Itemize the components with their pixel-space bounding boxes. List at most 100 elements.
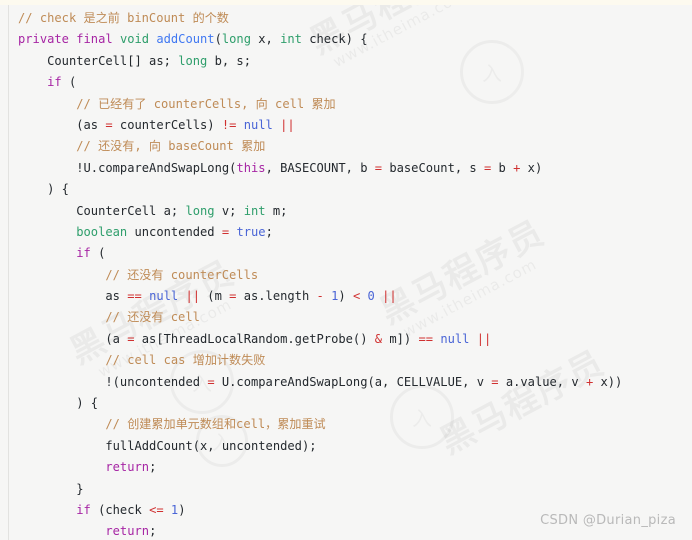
code-token-kw: return bbox=[105, 460, 150, 475]
code-token-plain: m; bbox=[265, 203, 288, 218]
code-token-plain: CounterCell[] as; bbox=[47, 53, 179, 68]
code-token-plain: counterCells) bbox=[112, 117, 222, 132]
code-token-op: || bbox=[382, 289, 397, 304]
code-token-op: & bbox=[374, 331, 383, 346]
code-token-kw: if bbox=[76, 246, 91, 261]
code-token-lit: null bbox=[149, 289, 179, 304]
code-token-plain: (m bbox=[200, 289, 230, 304]
code-line: (as = counterCells) != null || bbox=[0, 115, 692, 136]
code-line: boolean uncontended = true; bbox=[0, 222, 692, 243]
code-token-plain: CounterCell a; bbox=[76, 203, 186, 218]
code-token-kw: if bbox=[47, 75, 62, 90]
code-line: (a = as[ThreadLocalRandom.getProbe() & m… bbox=[0, 329, 692, 350]
code-line: // check 是之前 binCount 的个数 bbox=[0, 8, 692, 29]
code-token-type: long bbox=[221, 32, 251, 47]
code-line: // 已经有了 counterCells, 向 cell 累加 bbox=[0, 94, 692, 115]
code-token-kw: if bbox=[76, 502, 91, 517]
code-token-op: <= bbox=[149, 502, 164, 517]
code-line: return; bbox=[0, 457, 692, 478]
code-token-plain: } bbox=[76, 481, 84, 496]
code-token-op: = bbox=[207, 374, 215, 389]
code-token-plain: ; bbox=[149, 524, 157, 539]
code-token-op: = bbox=[491, 374, 499, 389]
code-line: !U.compareAndSwapLong(this, BASECOUNT, b… bbox=[0, 158, 692, 179]
code-token-op: != bbox=[221, 117, 237, 132]
code-token-plain: (a bbox=[105, 331, 128, 346]
code-token-com: // 还没有, 向 baseCount 累加 bbox=[76, 139, 266, 154]
code-line: CounterCell a; long v; int m; bbox=[0, 201, 692, 222]
code-token-plain: (as bbox=[76, 117, 106, 132]
code-token-type: long bbox=[178, 53, 208, 68]
code-token-plain: m]) bbox=[382, 331, 419, 346]
code-token-op: || bbox=[280, 117, 295, 132]
code-token-kw: private bbox=[18, 32, 69, 47]
code-token-op: == bbox=[127, 289, 142, 304]
code-token-op: || bbox=[476, 331, 492, 346]
code-line: CounterCell[] as; long b, s; bbox=[0, 51, 692, 72]
code-line: ) { bbox=[0, 179, 692, 200]
code-token-plain: !U.compareAndSwapLong( bbox=[76, 160, 237, 175]
code-token-op: || bbox=[185, 289, 201, 304]
code-token-op: - bbox=[316, 289, 324, 304]
code-line: ) { bbox=[0, 393, 692, 414]
top-accent-strip bbox=[0, 0, 692, 5]
code-token-lit: true bbox=[236, 224, 266, 239]
code-token-plain: as.length bbox=[236, 289, 317, 304]
code-token-plain: !(uncontended bbox=[105, 374, 208, 389]
code-line: // 还没有 cell bbox=[0, 307, 692, 328]
code-line: // 还没有, 向 baseCount 累加 bbox=[0, 136, 692, 157]
code-token-plain: a.value, v bbox=[498, 374, 586, 389]
code-line: // cell cas 增加计数失败 bbox=[0, 350, 692, 371]
code-token-type: boolean bbox=[76, 224, 128, 239]
code-token-op: = bbox=[127, 331, 135, 346]
code-token-plain: ) bbox=[338, 289, 353, 304]
code-token-plain: as[ThreadLocalRandom.getProbe() bbox=[134, 331, 375, 346]
code-line: if ( bbox=[0, 243, 692, 264]
code-line: !(uncontended = U.compareAndSwapLong(a, … bbox=[0, 372, 692, 393]
code-token-op: == bbox=[418, 331, 434, 346]
code-token-lit: 0 bbox=[367, 289, 375, 304]
code-token-fn: addCount bbox=[156, 32, 215, 47]
code-token-this: this bbox=[236, 160, 266, 175]
code-token-kw: return bbox=[105, 524, 150, 539]
code-line: fullAddCount(x, uncontended); bbox=[0, 436, 692, 457]
code-line: // 创建累加单元数组和cell，累加重试 bbox=[0, 414, 692, 435]
code-token-plain: b bbox=[491, 160, 514, 175]
code-token-plain: ( bbox=[90, 246, 106, 261]
code-token-com: // 还没有 counterCells bbox=[105, 267, 259, 282]
code-token-type: int bbox=[243, 203, 266, 218]
code-token-plain: ( bbox=[214, 32, 222, 47]
code-token-plain: ) { bbox=[76, 396, 99, 411]
code-token-com: // check 是之前 binCount 的个数 bbox=[18, 11, 229, 25]
code-token-plain: baseCount, s bbox=[382, 160, 484, 175]
code-token-plain: as bbox=[105, 289, 128, 304]
code-block[interactable]: // check 是之前 binCount 的个数 private final v… bbox=[0, 0, 692, 540]
code-token-plain: ; bbox=[149, 460, 157, 475]
code-token-com: // cell cas 增加计数失败 bbox=[105, 353, 266, 368]
code-line: // 还没有 counterCells bbox=[0, 265, 692, 286]
code-token-op: = bbox=[374, 160, 383, 175]
code-token-plain: check) { bbox=[301, 32, 368, 47]
